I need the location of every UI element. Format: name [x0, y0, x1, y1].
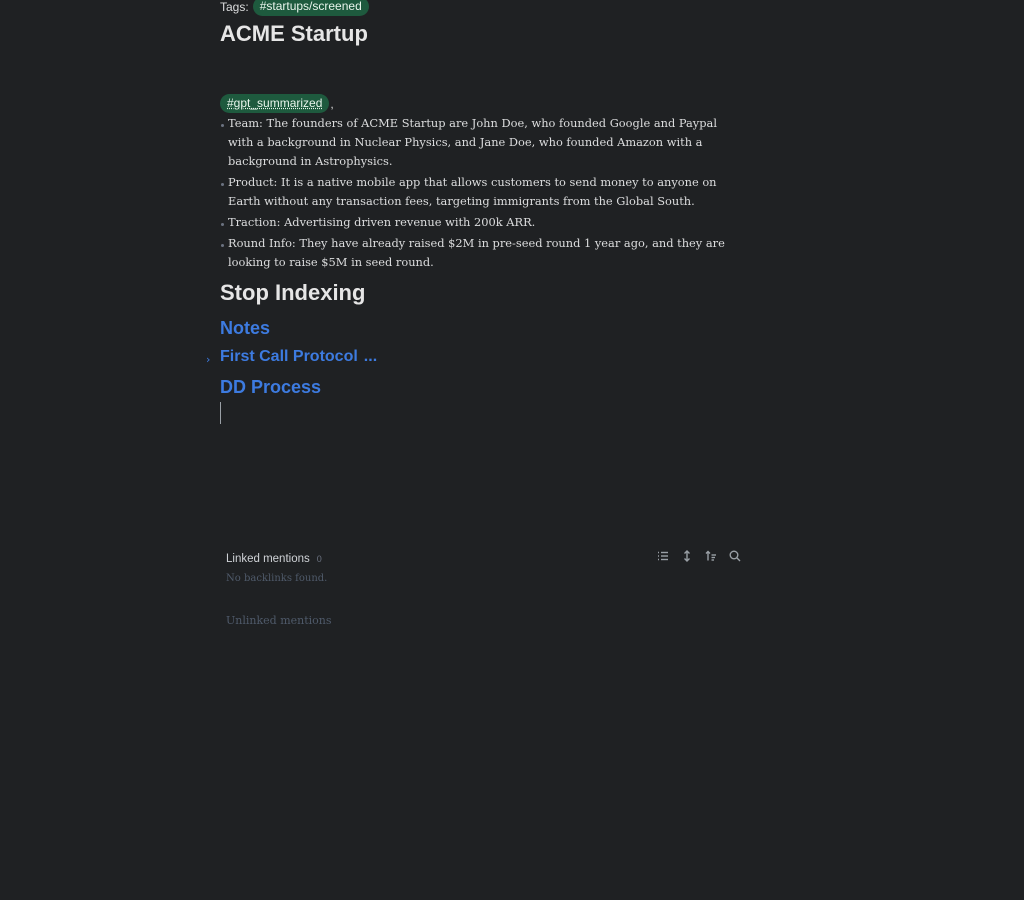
chevron-right-icon[interactable]: › [206, 353, 210, 366]
folded-ellipsis[interactable]: ... [364, 348, 377, 365]
search-icon[interactable] [729, 550, 741, 562]
unlinked-mentions-toggle[interactable]: Unlinked mentions [226, 614, 745, 627]
sort-icon[interactable] [705, 550, 717, 562]
list-item[interactable]: Round Info: They have already raised $2M… [220, 234, 745, 272]
heading-notes-link[interactable]: Notes [220, 318, 270, 339]
list-item[interactable]: Product: It is a native mobile app that … [220, 173, 745, 211]
linked-mentions-title[interactable]: Linked mentions [226, 553, 310, 565]
expand-icon[interactable] [681, 550, 693, 562]
no-backlinks-text: No backlinks found. [226, 573, 328, 584]
frontmatter-tags: Tags: #startups/screened [220, 0, 369, 16]
summary-list: Team: The founders of ACME Startup are J… [220, 114, 745, 274]
backlinks-pane: Linked mentions 0 No backlinks found. Unl… [220, 545, 745, 627]
backlinks-toolbar [657, 550, 741, 562]
backlinks-title-group[interactable]: Linked mentions 0 [220, 547, 322, 566]
tag-startups-screened[interactable]: #startups/screened [252, 0, 369, 16]
first-call-label[interactable]: First Call Protocol [220, 348, 358, 365]
list-item[interactable]: Team: The founders of ACME Startup are J… [220, 114, 745, 171]
heading-first-call-link[interactable]: First Call Protocol... [220, 348, 377, 366]
note-title[interactable]: ACME Startup [220, 21, 368, 47]
tag-separator: , [330, 96, 334, 111]
list-item[interactable]: Traction: Advertising driven revenue wit… [220, 213, 745, 232]
tag-gpt-summarized[interactable]: #gpt_summarized [220, 94, 330, 113]
backlinks-header: Linked mentions 0 [220, 545, 745, 567]
linked-mentions-count: 0 [316, 553, 322, 564]
text-cursor [220, 402, 221, 424]
gpt-tag-row: #gpt_summarized , [220, 94, 334, 113]
list-icon[interactable] [657, 550, 669, 562]
heading-dd-process-link[interactable]: DD Process [220, 377, 321, 398]
heading-stop-indexing[interactable]: Stop Indexing [220, 280, 365, 306]
tags-label: Tags: [220, 0, 249, 14]
